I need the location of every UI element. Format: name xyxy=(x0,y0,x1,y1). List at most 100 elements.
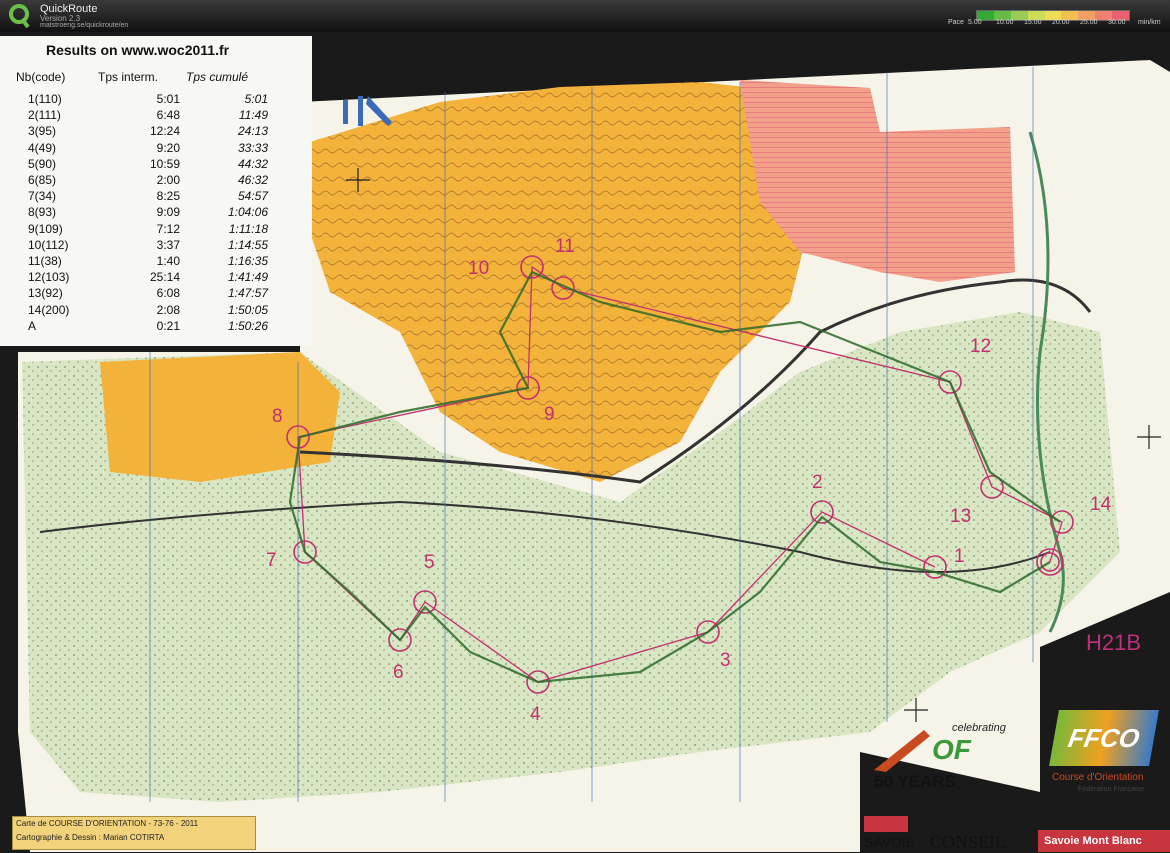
control-code: 3(95) xyxy=(28,124,57,139)
control-code: 12(103) xyxy=(28,270,70,285)
result-row: 5(90) 10:59 44:32 xyxy=(0,157,312,173)
result-row: 7(34) 8:25 54:57 xyxy=(0,189,312,205)
control-number: 9 xyxy=(544,404,555,425)
result-row: 4(49) 9:20 33:33 xyxy=(0,141,312,157)
result-row: 6(85) 2:00 46:32 xyxy=(0,173,312,189)
result-row: 1(110) 5:01 5:01 xyxy=(0,92,312,108)
control-code: 1(110) xyxy=(28,92,62,106)
control-number: 13 xyxy=(950,506,972,527)
savoie-left: SAVOIE xyxy=(864,834,916,850)
split-time: 6:48 xyxy=(156,108,180,123)
savoie-right: CONSEIL xyxy=(930,832,1006,852)
control-number: 2 xyxy=(812,472,823,493)
cumulative-time: 1:47:57 xyxy=(227,286,268,301)
split-time: 1:40 xyxy=(156,254,180,268)
column-header: Nb(code) xyxy=(16,70,66,84)
split-time: 9:09 xyxy=(156,205,180,220)
result-row: 8(93) 9:09 1:04:06 xyxy=(0,205,312,221)
of-mark: OF xyxy=(932,734,971,765)
split-time: 10:59 xyxy=(149,156,180,171)
control-code: 11(38) xyxy=(28,254,62,268)
result-row: 12(103) 25:14 1:41:49 xyxy=(0,270,312,286)
result-row: 9(109) 7:12 1:11:18 xyxy=(0,222,312,238)
cumulative-time: 1:41:49 xyxy=(227,270,268,285)
pace-tick: 30.00 xyxy=(1108,19,1126,26)
map-credits: Carte de COURSE D'ORIENTATION - 73-76 - … xyxy=(12,816,256,850)
cumulative-time: 11:49 xyxy=(238,108,268,123)
split-time: 12:24 xyxy=(149,124,180,139)
of-swoosh-icon xyxy=(874,730,930,772)
column-header: Tps cumulé xyxy=(186,70,249,84)
control-code: 9(109) xyxy=(28,221,63,236)
app-title-bar: QuickRoute Version 2.3 matstroeng.se/qui… xyxy=(0,0,1170,32)
result-row: A 0:21 1:50:26 xyxy=(0,319,312,335)
control-code: 6(85) xyxy=(28,173,57,187)
pace-tick: 15.00 xyxy=(1024,19,1042,26)
results-table: Results on www.woc2011.fr Nb(code) Tps i… xyxy=(0,36,312,346)
control-code: 5(90) xyxy=(28,156,57,171)
result-row: 11(38) 1:40 1:16:35 xyxy=(0,254,312,270)
savoie-mont-blanc-banner: Savoie Mont Blanc xyxy=(1038,830,1170,852)
course-label: H21B xyxy=(1086,630,1142,655)
result-row: 13(92) 6:08 1:47:57 xyxy=(0,286,312,302)
split-time: 0:21 xyxy=(156,318,180,333)
cumulative-time: 1:50:26 xyxy=(227,318,268,333)
control-code: 2(111) xyxy=(28,108,61,123)
results-title: Results on www.woc2011.fr xyxy=(46,42,230,58)
control-number: 8 xyxy=(272,406,283,427)
result-row: 10(112) 3:37 1:14:55 xyxy=(0,238,312,254)
split-time: 5:01 xyxy=(156,92,180,106)
control-code: 10(112) xyxy=(28,237,69,252)
of-50-years-logo: celebrating OF 50 YEARS xyxy=(872,722,1012,794)
savoie-conseil-logo: SAVOIE CONSEIL xyxy=(864,814,1034,852)
pace-tick: 10.00 xyxy=(996,19,1014,26)
cumulative-time: 46:32 xyxy=(237,173,268,187)
control-number: 5 xyxy=(424,552,435,573)
ffco-name: Course d'Orientation xyxy=(1052,772,1144,783)
cumulative-time: 44:32 xyxy=(237,156,268,171)
ffco-mark: FFCO xyxy=(1049,710,1159,766)
ffco-logo: FFCO Course d'Orientation Fédération Fra… xyxy=(1048,710,1160,800)
cumulative-time: 5:01 xyxy=(244,92,268,106)
control-number: 4 xyxy=(530,704,541,725)
cumulative-time: 24:13 xyxy=(237,124,268,139)
cumulative-time: 33:33 xyxy=(237,140,268,155)
pace-unit: min/km xyxy=(1138,19,1161,26)
cumulative-time: 1:04:06 xyxy=(227,205,268,220)
control-code: 7(34) xyxy=(28,189,57,204)
credits-line: Cartographie & Dessin : Marian COTIRTA xyxy=(16,833,165,842)
credits-line: Carte de COURSE D'ORIENTATION - 73-76 - … xyxy=(16,819,199,828)
cumulative-time: 1:11:18 xyxy=(228,221,268,236)
control-number: 7 xyxy=(266,550,277,571)
split-time: 25:14 xyxy=(149,270,180,285)
cumulative-time: 1:14:55 xyxy=(227,237,268,252)
of-celebrating: celebrating xyxy=(952,722,1006,734)
control-number: 11 xyxy=(555,236,575,257)
pace-legend: Pace 5.00 10.00 15.00 20.00 25.00 30.00 … xyxy=(948,8,1163,30)
quickroute-logo-icon xyxy=(9,4,30,29)
control-code: 8(93) xyxy=(28,205,57,220)
split-time: 7:12 xyxy=(156,221,180,236)
yellow-open-land-west xyxy=(100,352,340,482)
savoie-flag-icon xyxy=(864,816,908,832)
split-time: 9:20 xyxy=(156,140,180,155)
pace-tick: 20.00 xyxy=(1052,19,1070,26)
control-number: 14 xyxy=(1090,494,1112,515)
control-number: 1 xyxy=(954,546,965,567)
control-number: 12 xyxy=(970,336,992,357)
ffco-sub: Fédération Française xyxy=(1078,786,1145,793)
control-number: 10 xyxy=(468,258,490,279)
split-time: 2:00 xyxy=(156,173,180,187)
of-years: 50 YEARS xyxy=(874,772,956,791)
cumulative-time: 1:50:05 xyxy=(227,302,268,317)
control-number: 6 xyxy=(393,662,404,683)
pace-label: Pace xyxy=(948,19,964,26)
cumulative-time: 54:57 xyxy=(237,189,268,204)
split-time: 8:25 xyxy=(156,189,180,204)
split-time: 2:08 xyxy=(156,302,180,317)
pace-tick: 25.00 xyxy=(1080,19,1098,26)
control-code: 13(92) xyxy=(28,286,63,301)
split-time: 3:37 xyxy=(156,237,180,252)
control-code: 4(49) xyxy=(28,140,57,155)
result-row: 2(111) 6:48 11:49 xyxy=(0,108,312,124)
